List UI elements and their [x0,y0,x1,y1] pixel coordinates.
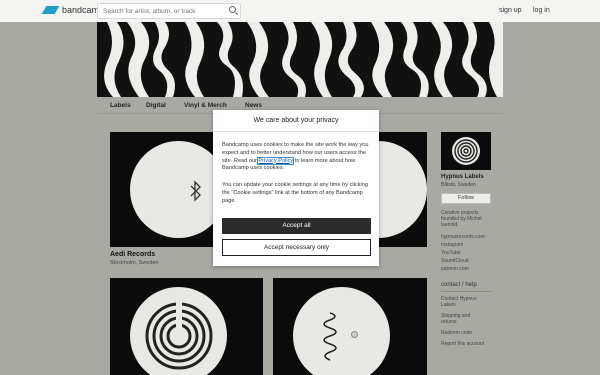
bluetooth-symbol-icon [190,180,201,202]
contact-divider [441,291,491,292]
record-cover-squiggle[interactable] [273,278,427,375]
accept-necessary-button[interactable]: Accept necessary only [222,239,371,256]
report-account-link[interactable]: Report this account [441,341,484,347]
link-soundcloud[interactable]: SoundCloud [441,258,469,264]
spiral-icon [145,297,213,370]
bandcamp-logo-icon [41,6,60,14]
cookie-consent-dialog: We care about your privacy Bandcamp uses… [213,110,379,266]
label-name[interactable]: Hypnus Labels [441,174,484,180]
link-patreon[interactable]: patreon.com [441,266,469,272]
banner-zebra-art [97,22,503,97]
redeem-code-link[interactable]: Redeem code [441,330,472,336]
record-location: Stockholm, Sweden [110,260,159,266]
top-bar: bandcamp sign up log in [0,0,600,22]
follow-button[interactable]: Follow [441,193,491,204]
dialog-paragraph-1: Bandcamp uses cookies to make the site w… [222,142,372,173]
signup-link[interactable]: sign up [499,7,522,14]
label-location: Bålsta, Sweden [441,182,476,188]
spindle-hole [351,331,358,338]
link-youtube[interactable]: YouTube [441,250,461,256]
accept-all-button[interactable]: Accept all [222,218,371,234]
dialog-title: We care about your privacy [213,110,379,132]
label-banner [97,22,503,97]
link-website[interactable]: hypnusrecords.com [441,234,485,240]
spiral-avatar-icon [452,137,480,165]
label-avatar[interactable] [441,132,491,170]
link-instagram[interactable]: Instagram [441,242,463,248]
search-icon[interactable] [229,6,236,13]
bio-line-3: Isenold. [441,222,459,228]
contact-heading: contact / help [441,282,477,288]
shipping-link-line-2[interactable]: returns [441,319,457,325]
nav-labels[interactable]: Labels [110,102,131,109]
nav-digital[interactable]: Digital [146,102,166,109]
record-cover-spiral[interactable] [110,278,263,375]
contact-link-line-2[interactable]: Labels [441,302,456,308]
nav-news[interactable]: News [245,102,262,109]
privacy-policy-link[interactable]: Privacy Policy [257,156,295,165]
search-input[interactable] [97,3,241,19]
dialog-paragraph-2: You can update your cookie settings at a… [222,182,368,204]
bandcamp-logo[interactable]: bandcamp [41,5,104,15]
record-title[interactable]: Aedi Records [110,251,155,258]
nav-vinyl-merch[interactable]: Vinyl & Merch [184,102,227,109]
login-link[interactable]: log in [533,7,550,14]
squiggle-icon [323,312,337,361]
